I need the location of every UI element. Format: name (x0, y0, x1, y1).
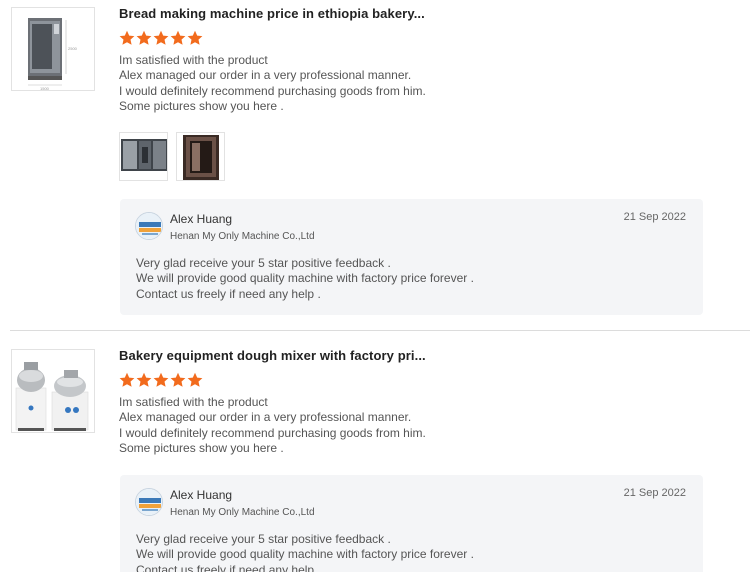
divider (10, 330, 750, 331)
star-icon (153, 372, 169, 387)
review-product-title[interactable]: Bakery equipment dough mixer with factor… (119, 348, 426, 363)
review-photo[interactable] (176, 132, 225, 181)
review-line: Some pictures show you here . (119, 440, 284, 455)
seller-reply: Alex Huang Henan My Only Machine Co.,Ltd… (120, 199, 703, 315)
seller-name: Alex Huang (170, 488, 233, 502)
review-line: Some pictures show you here . (119, 98, 284, 113)
reply-line: Very glad receive your 5 star positive f… (136, 256, 391, 270)
review-line: Alex managed our order in a very profess… (119, 68, 412, 83)
reply-date: 21 Sep 2022 (623, 211, 686, 223)
svg-text:1500: 1500 (40, 86, 50, 91)
star-rating (119, 30, 203, 46)
reply-line: We will provide good quality machine wit… (136, 271, 474, 286)
review-line: I would definitely recommend purchasing … (119, 425, 426, 440)
review-text: Im satisfied with the product Alex manag… (119, 53, 426, 114)
review-photos (119, 132, 225, 181)
star-icon (136, 30, 152, 45)
review-photo[interactable] (119, 132, 168, 181)
review-line: Im satisfied with the product (119, 53, 268, 67)
seller-company[interactable]: Henan My Only Machine Co.,Ltd (170, 231, 315, 242)
star-icon (187, 372, 203, 387)
review-line: Im satisfied with the product (119, 395, 268, 409)
seller-name: Alex Huang (170, 212, 233, 226)
product-thumbnail[interactable]: 2500 1500 (11, 7, 95, 91)
review-line: Alex managed our order in a very profess… (119, 410, 412, 425)
review-product-title[interactable]: Bread making machine price in ethiopia b… (119, 6, 425, 21)
reply-text: Very glad receive your 5 star positive f… (136, 532, 474, 572)
product-thumbnail[interactable] (11, 349, 95, 433)
star-icon (119, 30, 135, 45)
seller-reply: Alex Huang Henan My Only Machine Co.,Ltd… (120, 475, 703, 572)
review-line: I would definitely recommend purchasing … (119, 83, 426, 98)
star-icon (119, 372, 135, 387)
reply-text: Very glad receive your 5 star positive f… (136, 256, 474, 302)
review-text: Im satisfied with the product Alex manag… (119, 395, 426, 456)
star-icon (153, 30, 169, 45)
seller-avatar (135, 488, 163, 516)
reply-line: We will provide good quality machine wit… (136, 547, 474, 562)
star-icon (187, 30, 203, 45)
star-icon (136, 372, 152, 387)
reply-date: 21 Sep 2022 (623, 487, 686, 499)
reply-line: Contact us freely if need any help . (136, 562, 321, 572)
svg-text:2500: 2500 (68, 46, 78, 51)
seller-avatar (135, 212, 163, 240)
star-icon (170, 30, 186, 45)
star-rating (119, 372, 203, 388)
reply-line: Contact us freely if need any help . (136, 286, 321, 301)
seller-company[interactable]: Henan My Only Machine Co.,Ltd (170, 507, 315, 518)
star-icon (170, 372, 186, 387)
reply-line: Very glad receive your 5 star positive f… (136, 532, 391, 546)
